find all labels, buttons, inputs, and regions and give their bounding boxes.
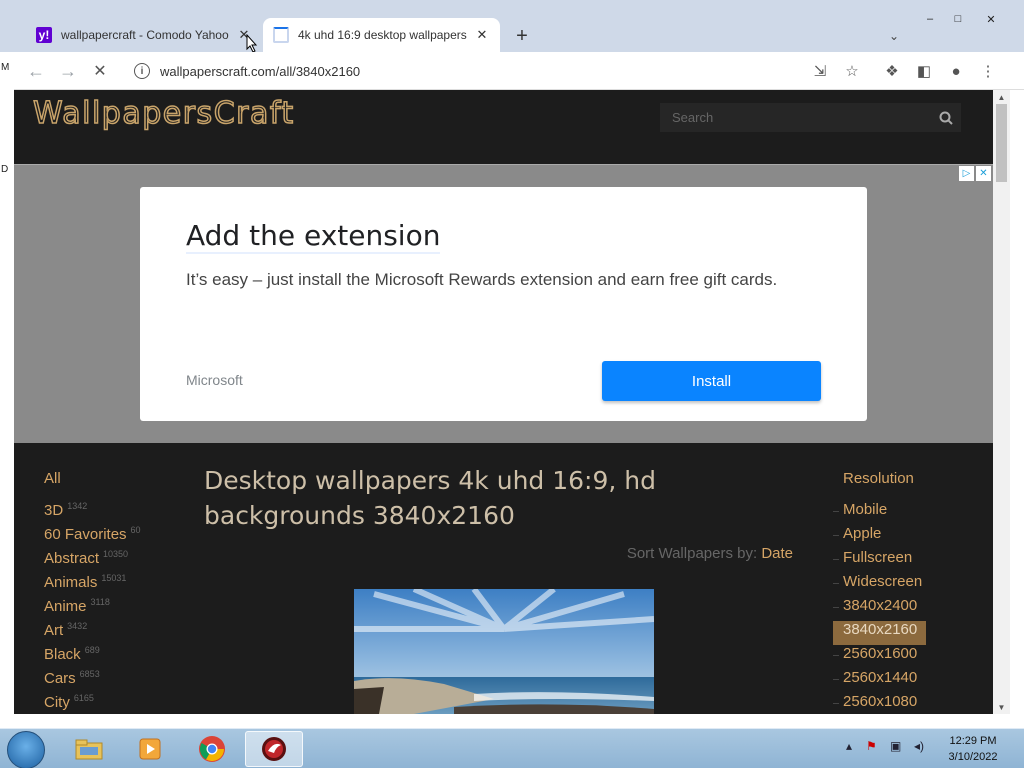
profile-avatar-icon[interactable]: ●: [946, 61, 966, 81]
tab-title: 4k uhd 16:9 desktop wallpapers: [298, 28, 467, 42]
new-tab-button[interactable]: +: [510, 24, 534, 48]
site-logo[interactable]: WallpapersCraft: [32, 95, 295, 132]
sort-label: Sort Wallpapers by:: [626, 545, 758, 562]
show-hidden-icons[interactable]: ▴: [846, 739, 852, 753]
resolution-item[interactable]: Fullscreen: [833, 549, 953, 573]
resolution-item[interactable]: Apple: [833, 525, 953, 549]
window-close-button[interactable]: ✕: [974, 9, 1008, 29]
sort-value-link[interactable]: Date: [761, 545, 793, 562]
install-button[interactable]: Install: [602, 361, 821, 401]
side-panel-icon[interactable]: ◧: [914, 61, 934, 81]
search-input[interactable]: [660, 110, 931, 125]
network-icon[interactable]: ▣: [890, 739, 901, 753]
category-all[interactable]: All: [44, 470, 141, 494]
ad-banner: ▷ ✕ Add the extension It’s easy – just i…: [14, 164, 993, 443]
category-item[interactable]: Black 689: [44, 645, 141, 669]
ad-close-icon[interactable]: ✕: [976, 166, 991, 181]
share-icon[interactable]: ⇲: [810, 61, 830, 81]
sort-control: Sort Wallpapers by: Date: [627, 545, 793, 562]
ad-choices: ▷ ✕: [959, 166, 991, 181]
yahoo-icon: y!: [36, 27, 52, 43]
category-list: All 3D 1342 60 Favorites 60 Abstract 10350 …: [44, 470, 141, 714]
mouse-cursor-icon: [246, 34, 258, 53]
resolution-item[interactable]: Widescreen: [833, 573, 953, 597]
ad-brand: Microsoft: [186, 372, 243, 388]
tab-yahoo[interactable]: y! wallpapercraft - Comodo Yahoo ✕: [26, 18, 262, 52]
start-button[interactable]: [7, 731, 45, 768]
browser-toolbar: ← → ✕ i wallpaperscraft.com/all/3840x216…: [0, 52, 1024, 90]
minimize-button[interactable]: –: [916, 9, 944, 29]
resolution-item[interactable]: 2560x1440: [833, 669, 953, 693]
search-icon[interactable]: [931, 103, 961, 132]
media-player-icon[interactable]: [121, 731, 179, 767]
desktop-edge: M D: [0, 52, 14, 728]
loading-spinner-icon: [273, 27, 289, 43]
action-center-icon[interactable]: ⚑: [866, 739, 877, 753]
tab-close-icon[interactable]: ✕: [474, 27, 490, 43]
title-bar: – □ ✕ y! wallpapercraft - Comodo Yahoo ✕…: [0, 0, 1024, 53]
scroll-thumb[interactable]: [996, 104, 1007, 182]
taskbar: ▴ ⚑ ▣ ◂) 12:29 PM 3/10/2022: [0, 728, 1024, 768]
system-clock[interactable]: 12:29 PM 3/10/2022: [940, 733, 1006, 765]
category-item[interactable]: Animals 15031: [44, 573, 141, 597]
url-text: wallpaperscraft.com/all/3840x2160: [160, 63, 361, 79]
extensions-puzzle-icon[interactable]: ❖: [882, 61, 902, 81]
category-item[interactable]: 3D 1342: [44, 501, 141, 525]
category-item[interactable]: 60 Favorites 60: [44, 525, 141, 549]
volume-icon[interactable]: ◂): [914, 739, 924, 753]
maximize-button[interactable]: □: [944, 9, 972, 29]
resolution-list: Resolution Mobile Apple Fullscreen Wides…: [833, 470, 953, 714]
desktop-edge-letter: D: [1, 164, 9, 175]
address-bar[interactable]: i wallpaperscraft.com/all/3840x2160: [122, 57, 872, 85]
ad-card[interactable]: Add the extension It’s easy – just insta…: [140, 187, 867, 421]
site-header: WallpapersCraft: [14, 90, 993, 164]
forward-button[interactable]: →: [56, 59, 80, 83]
clock-date: 3/10/2022: [948, 751, 998, 763]
file-explorer-icon[interactable]: [60, 731, 118, 767]
resolution-item[interactable]: 2560x1080: [833, 693, 953, 714]
clock-time: 12:29 PM: [949, 735, 997, 747]
resolution-item[interactable]: Mobile: [833, 501, 953, 525]
ad-headline: Add the extension: [186, 219, 441, 254]
category-item[interactable]: Anime 3118: [44, 597, 141, 621]
desktop-edge-letter: M: [1, 62, 10, 73]
page-scrollbar[interactable]: ▲ ▼: [993, 90, 1010, 714]
bookmark-star-icon[interactable]: ☆: [842, 61, 862, 81]
category-item[interactable]: City 6165: [44, 693, 141, 714]
category-item[interactable]: Cars 6853: [44, 669, 141, 693]
scroll-down-icon[interactable]: ▼: [993, 700, 1010, 714]
chrome-icon[interactable]: [183, 731, 241, 767]
ad-body: It’s easy – just install the Microsoft R…: [186, 270, 778, 289]
resolution-heading: Resolution: [843, 470, 914, 487]
tab-wallpapers[interactable]: 4k uhd 16:9 desktop wallpapers ✕: [263, 18, 500, 52]
tab-title: wallpapercraft - Comodo Yahoo: [61, 28, 229, 42]
resolution-item-selected[interactable]: 3840x2160: [833, 621, 926, 645]
site-search: [660, 103, 961, 132]
site-info-icon[interactable]: i: [134, 63, 150, 79]
category-item[interactable]: Art 3432: [44, 621, 141, 645]
tab-search-chevron-icon[interactable]: ⌄: [882, 24, 906, 48]
category-item[interactable]: Abstract 10350: [44, 549, 141, 573]
menu-kebab-icon[interactable]: ⋮: [978, 61, 998, 81]
back-button[interactable]: ←: [24, 59, 48, 83]
main-content: All 3D 1342 60 Favorites 60 Abstract 10350 …: [14, 443, 993, 714]
resolution-item[interactable]: 3840x2400: [833, 597, 953, 621]
stop-loading-button[interactable]: ✕: [88, 59, 112, 83]
scroll-up-icon[interactable]: ▲: [993, 90, 1010, 104]
comodo-dragon-icon[interactable]: [245, 731, 303, 767]
resolution-item[interactable]: 2560x1600: [833, 645, 953, 669]
page-viewport: WallpapersCraft ▷ ✕ Add the extension It…: [14, 90, 993, 714]
wallpaper-thumbnail[interactable]: [354, 589, 654, 714]
ad-choices-icon[interactable]: ▷: [959, 166, 974, 181]
page-title: Desktop wallpapers 4k uhd 16:9, hd backg…: [204, 466, 656, 530]
